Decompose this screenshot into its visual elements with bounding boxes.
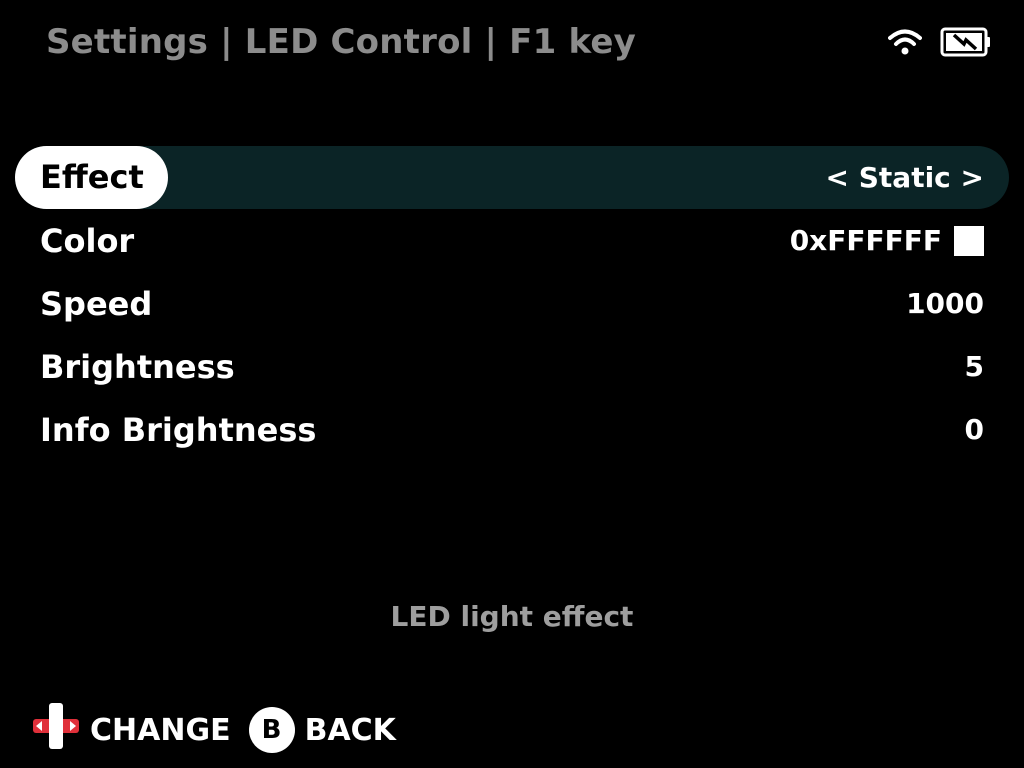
item-description: LED light effect <box>390 600 634 633</box>
menu-item-label: Info Brightness <box>40 410 317 449</box>
change-hint[interactable]: CHANGE <box>32 702 231 758</box>
screen: Settings | LED Control | F1 key Effect <… <box>0 0 1024 768</box>
status-bar <box>888 26 992 62</box>
menu-item-label: Brightness <box>40 347 235 386</box>
menu-item-value: 1000 <box>906 287 1009 320</box>
menu-item-label: Speed <box>40 284 153 323</box>
back-label: BACK <box>304 712 396 748</box>
wifi-icon <box>888 28 922 60</box>
menu-item-color[interactable]: Color 0xFFFFFF <box>15 209 1009 272</box>
color-swatch <box>954 225 984 256</box>
battery-charging-icon <box>940 26 992 62</box>
info-brightness-value: 0 <box>964 413 984 446</box>
menu-item-label: Color <box>40 221 135 260</box>
color-value: 0xFFFFFF <box>789 224 942 257</box>
button-hints: CHANGE B BACK <box>32 702 414 758</box>
menu-item-brightness[interactable]: Brightness 5 <box>15 335 1009 398</box>
menu-item-value: 0 <box>965 413 1009 446</box>
menu-item-value: 0xFFFFFF <box>790 224 1009 257</box>
change-label: CHANGE <box>90 712 231 748</box>
menu-item-label: Effect <box>15 146 168 209</box>
back-hint[interactable]: B BACK <box>248 707 396 753</box>
menu-item-effect[interactable]: Effect < Static > <box>15 146 1009 209</box>
menu-item-value: 5 <box>965 350 1009 383</box>
menu-item-info-brightness[interactable]: Info Brightness 0 <box>15 398 1009 461</box>
menu-item-speed[interactable]: Speed 1000 <box>15 272 1009 335</box>
effect-value: < Static > <box>825 161 984 194</box>
brightness-value: 5 <box>964 350 984 383</box>
dpad-icon <box>32 702 80 758</box>
page-title: Settings | LED Control | F1 key <box>46 22 637 62</box>
speed-value: 1000 <box>906 287 984 320</box>
b-button-icon: B <box>248 707 295 753</box>
settings-menu: Effect < Static > Color 0xFFFFFF Speed 1… <box>15 146 1009 461</box>
menu-item-value: < Static > <box>826 161 1009 194</box>
